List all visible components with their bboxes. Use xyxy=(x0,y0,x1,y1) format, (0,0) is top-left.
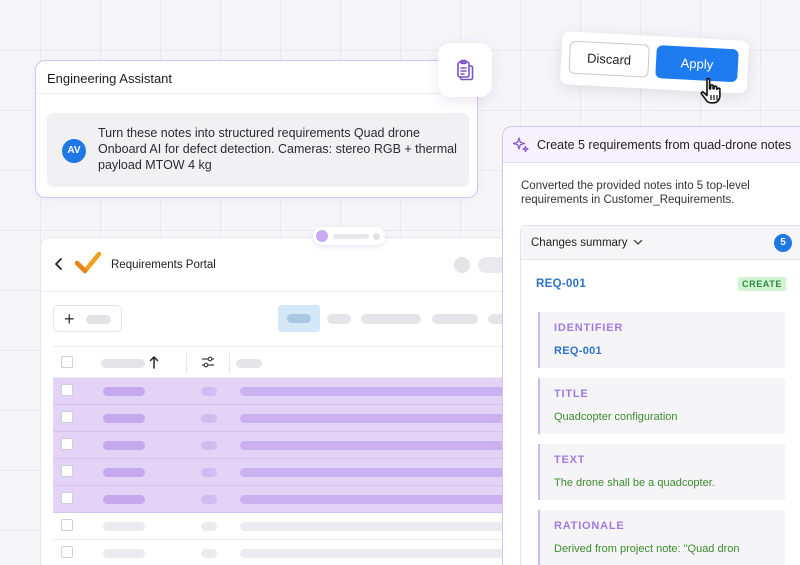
requirements-portal: Requirements Portal + xyxy=(40,237,510,565)
back-arrow-icon[interactable] xyxy=(53,257,65,271)
row-checkbox[interactable] xyxy=(61,546,73,558)
toolbar-selected-tab[interactable] xyxy=(278,305,320,332)
panel-title: Create 5 requirements from quad-drone no… xyxy=(537,138,792,152)
plus-icon: + xyxy=(64,309,75,329)
changes-count-badge: 5 xyxy=(774,234,792,252)
table-row[interactable] xyxy=(53,459,509,486)
requirements-table xyxy=(53,346,509,565)
filter-sliders-icon[interactable] xyxy=(201,356,215,368)
connector-pill xyxy=(313,227,385,245)
changes-summary-header[interactable]: Changes summary 5 xyxy=(521,226,800,260)
apply-button[interactable]: Apply xyxy=(655,45,739,83)
changes-summary-label: Changes summary xyxy=(531,237,628,249)
field-value: REQ-001 xyxy=(554,345,602,357)
assistant-title: Engineering Assistant xyxy=(36,61,477,94)
assistant-card: Engineering Assistant AV Turn these note… xyxy=(35,60,478,198)
field-label: TITLE xyxy=(554,388,589,400)
table-row[interactable] xyxy=(53,513,509,540)
column-header-placeholder xyxy=(101,359,145,368)
row-checkbox[interactable] xyxy=(61,519,73,531)
add-button[interactable]: + xyxy=(53,305,122,332)
clipboard-button[interactable] xyxy=(438,43,492,97)
add-label-placeholder xyxy=(86,315,111,324)
chevron-down-icon[interactable] xyxy=(633,238,643,246)
checkmark-logo-icon xyxy=(75,252,102,274)
create-badge: CREATE xyxy=(738,277,786,291)
field-value: Quadcopter configuration xyxy=(554,411,678,423)
field-label: IDENTIFIER xyxy=(554,322,624,334)
portal-title: Requirements Portal xyxy=(111,259,216,271)
field-identifier: IDENTIFIER REQ-001 xyxy=(538,312,785,368)
panel-header: Create 5 requirements from quad-drone no… xyxy=(503,127,800,163)
toolbar-tab[interactable] xyxy=(432,314,478,324)
header-placeholder-dot xyxy=(454,257,470,273)
avatar: AV xyxy=(62,139,86,163)
sort-up-icon[interactable] xyxy=(149,355,159,369)
column-header-placeholder xyxy=(236,359,262,368)
sparkle-icon xyxy=(512,137,529,153)
requirements-panel: Create 5 requirements from quad-drone no… xyxy=(502,126,800,565)
panel-description: Converted the provided notes into 5 top-… xyxy=(521,180,750,206)
table-row[interactable] xyxy=(53,540,509,565)
field-label: TEXT xyxy=(554,454,586,466)
table-row[interactable] xyxy=(53,432,509,459)
cursor-hand-icon xyxy=(700,77,721,104)
field-text: TEXT The drone shall be a quadcopter. xyxy=(538,444,785,500)
table-row[interactable] xyxy=(53,378,509,405)
requirement-id: REQ-001 xyxy=(536,278,587,290)
field-value: Derived from project note: "Quad dron xyxy=(554,543,740,555)
field-label: RATIONALE xyxy=(554,520,625,532)
field-value: The drone shall be a quadcopter. xyxy=(554,477,715,489)
row-checkbox[interactable] xyxy=(61,384,73,396)
table-header xyxy=(53,346,509,378)
changes-summary: Changes summary 5 REQ-001 CREATE IDENTIF… xyxy=(520,225,800,565)
row-checkbox[interactable] xyxy=(61,411,73,423)
row-checkbox[interactable] xyxy=(61,492,73,504)
field-title: TITLE Quadcopter configuration xyxy=(538,378,785,434)
discard-button[interactable]: Discard xyxy=(568,40,650,78)
assistant-message-text: Turn these notes into structured require… xyxy=(98,126,457,172)
toolbar-tab[interactable] xyxy=(361,314,421,324)
row-checkbox[interactable] xyxy=(61,438,73,450)
table-row[interactable] xyxy=(53,405,509,432)
select-all-checkbox[interactable] xyxy=(61,356,73,368)
table-row[interactable] xyxy=(53,486,509,513)
field-rationale: RATIONALE Derived from project note: "Qu… xyxy=(538,510,785,565)
portal-header: Requirements Portal xyxy=(41,238,509,292)
toolbar-tab[interactable] xyxy=(327,314,351,324)
assistant-message: AV Turn these notes into structured requ… xyxy=(47,113,469,187)
clipboard-icon xyxy=(457,59,474,81)
row-checkbox[interactable] xyxy=(61,465,73,477)
